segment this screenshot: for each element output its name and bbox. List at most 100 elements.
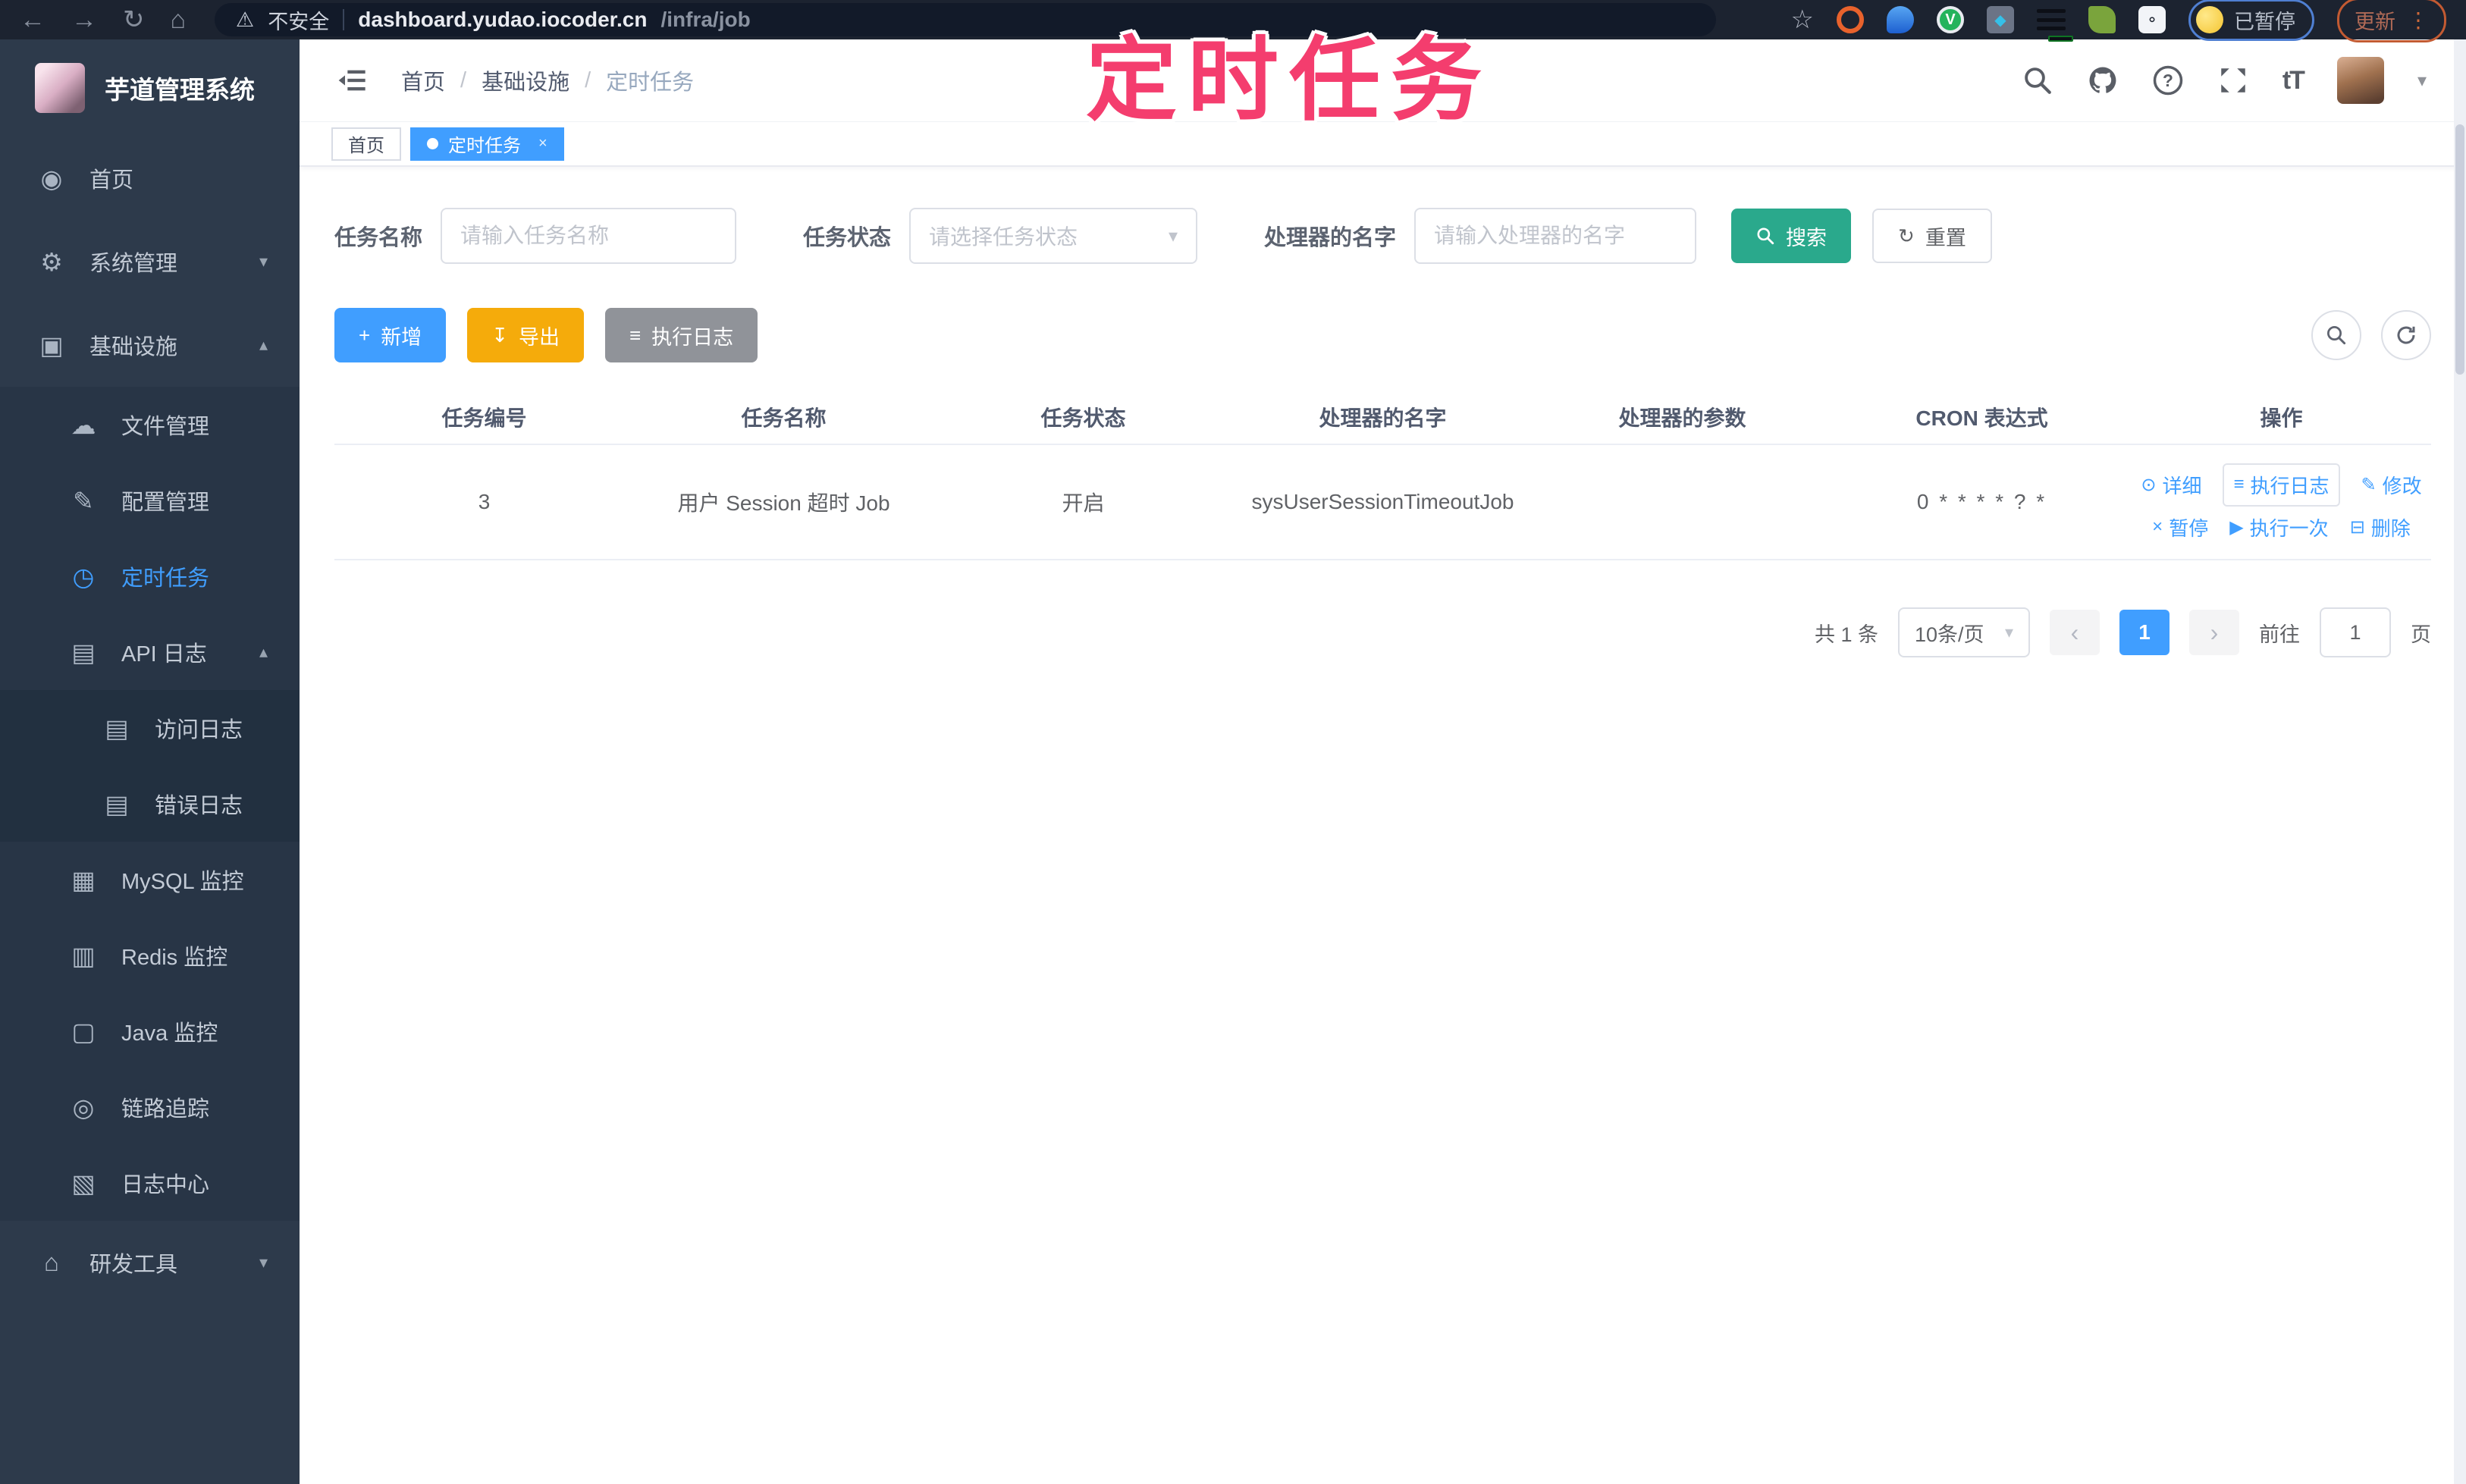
search-icon xyxy=(2325,324,2348,347)
prev-page-button[interactable]: ‹ xyxy=(2050,610,2100,655)
col-actions: 操作 xyxy=(2132,390,2431,444)
user-menu-caret-icon[interactable]: ▾ xyxy=(2417,70,2427,92)
fullscreen-icon[interactable] xyxy=(2217,64,2249,96)
extension-list-icon[interactable]: on xyxy=(2037,7,2066,33)
update-button[interactable]: 更新 ⋮ xyxy=(2337,0,2446,42)
collapse-menu-icon[interactable] xyxy=(336,65,369,96)
export-button[interactable]: ↧ 导出 xyxy=(467,308,584,362)
extension-v-icon[interactable]: V xyxy=(1937,6,1964,33)
cell-job-id: 3 xyxy=(334,444,634,560)
handler-name-input[interactable] xyxy=(1414,208,1696,264)
sidebar-item-api-log[interactable]: ▤ API 日志 ▴ xyxy=(0,614,300,690)
breadcrumb-home[interactable]: 首页 xyxy=(401,64,445,96)
eye-icon: ⊙ xyxy=(2141,474,2156,496)
job-name-input[interactable] xyxy=(441,208,736,264)
log-icon: ▤ xyxy=(99,789,135,819)
user-avatar[interactable] xyxy=(2337,57,2384,104)
sidebar-item-redis[interactable]: ▥ Redis 监控 xyxy=(0,918,300,993)
delete-link[interactable]: ⊟ 删除 xyxy=(2350,513,2411,541)
scrollbar-thumb[interactable] xyxy=(2455,124,2464,375)
sidebar-item-mysql[interactable]: ▦ MySQL 监控 xyxy=(0,842,300,918)
export-button-label: 导出 xyxy=(519,321,560,350)
breadcrumb-section[interactable]: 基础设施 xyxy=(482,64,569,96)
sidebar-item-files[interactable]: ☁ 文件管理 xyxy=(0,387,300,463)
pause-link-label: 暂停 xyxy=(2169,513,2208,541)
sidebar-item-system[interactable]: ⚙ 系统管理 ▾ xyxy=(0,220,300,303)
back-icon[interactable]: ← xyxy=(20,5,45,35)
sidebar-item-access-log[interactable]: ▤ 访问日志 xyxy=(0,690,300,766)
current-page-button[interactable]: 1 xyxy=(2119,610,2170,655)
tag-home[interactable]: 首页 xyxy=(331,127,401,161)
job-status-label: 任务状态 xyxy=(803,220,891,252)
add-button[interactable]: + 新增 xyxy=(334,308,446,362)
detail-link[interactable]: ⊙ 详细 xyxy=(2141,471,2201,499)
goto-label: 前往 xyxy=(2259,618,2300,648)
sidebar-submenu-infra: ☁ 文件管理 ✎ 配置管理 ◷ 定时任务 ▤ API 日志 ▴ ▤ 访问日志 ▤ xyxy=(0,387,300,1221)
tag-job-active[interactable]: 定时任务 × xyxy=(410,127,564,161)
add-button-label: 新增 xyxy=(381,321,422,350)
goto-page-input[interactable] xyxy=(2320,607,2391,657)
eye-icon: ◎ xyxy=(65,1093,102,1122)
reset-button[interactable]: ↻ 重置 xyxy=(1872,209,1992,263)
browser-menu-icon[interactable]: ⋮ xyxy=(2408,8,2429,33)
tag-close-icon[interactable]: × xyxy=(538,135,547,152)
app-title: 芋道管理系统 xyxy=(105,70,255,106)
sidebar-item-infra[interactable]: ▣ 基础设施 ▴ xyxy=(0,303,300,387)
extension-leaf-icon[interactable] xyxy=(2088,6,2116,33)
show-search-toggle-button[interactable] xyxy=(2311,310,2361,360)
log-icon: ▤ xyxy=(99,714,135,743)
extension-orange-icon[interactable] xyxy=(1837,6,1864,33)
col-job-name: 任务名称 xyxy=(634,390,933,444)
font-size-icon[interactable]: tT xyxy=(2282,66,2304,96)
github-icon[interactable] xyxy=(2087,64,2119,96)
edit-link[interactable]: ✎ 修改 xyxy=(2361,471,2422,499)
chevron-up-icon: ▴ xyxy=(259,335,268,355)
sidebar-item-job[interactable]: ◷ 定时任务 xyxy=(0,538,300,614)
page-unit-label: 页 xyxy=(2411,618,2431,648)
sidebar-item-devtools[interactable]: ⌂ 研发工具 ▾ xyxy=(0,1221,300,1304)
table-row: 3 用户 Session 超时 Job 开启 sysUserSessionTim… xyxy=(334,444,2431,560)
top-navbar: 首页 / 基础设施 / 定时任务 ? tT xyxy=(300,39,2466,121)
job-status-select[interactable]: 请选择任务状态 ▾ xyxy=(909,208,1197,264)
exec-log-button-label: 执行日志 xyxy=(651,321,733,350)
reset-button-label: 重置 xyxy=(1925,221,1966,251)
sidebar-item-label: 定时任务 xyxy=(121,560,209,592)
sidebar-item-java[interactable]: ▢ Java 监控 xyxy=(0,993,300,1069)
stack-icon: ▥ xyxy=(65,941,102,971)
col-handler-name: 处理器的名字 xyxy=(1233,390,1533,444)
sidebar-item-error-log[interactable]: ▤ 错误日志 xyxy=(0,766,300,842)
search-button[interactable]: 搜索 xyxy=(1731,209,1851,263)
refresh-button[interactable] xyxy=(2381,310,2431,360)
sidebar-item-trace[interactable]: ◎ 链路追踪 xyxy=(0,1069,300,1145)
exec-log-button[interactable]: ≡ 执行日志 xyxy=(605,308,758,362)
breadcrumb: 首页 / 基础设施 / 定时任务 xyxy=(401,64,694,96)
sidebar-item-label: Redis 监控 xyxy=(121,940,227,971)
bookmark-star-icon[interactable]: ☆ xyxy=(1791,5,1814,35)
profile-chip[interactable]: 已暂停 xyxy=(2188,0,2314,41)
next-page-button[interactable]: › xyxy=(2189,610,2239,655)
reload-icon[interactable]: ↻ xyxy=(123,5,145,35)
refresh-icon xyxy=(2395,324,2417,347)
cell-cron: 0 * * * * ? * xyxy=(1832,444,2132,560)
address-bar[interactable]: ⚠ 不安全 dashboard.yudao.iocoder.cn/infra/j… xyxy=(215,3,1716,36)
sidebar-item-label: 首页 xyxy=(89,162,133,194)
sidebar-item-home[interactable]: ◉ 首页 xyxy=(0,136,300,220)
extension-puzzle-icon[interactable]: ⚬ xyxy=(2138,6,2166,33)
extension-grid-icon[interactable]: ◆ xyxy=(1987,6,2014,33)
search-icon[interactable] xyxy=(2022,64,2053,96)
forward-icon[interactable]: → xyxy=(71,5,97,35)
pause-link[interactable]: × 暂停 xyxy=(2152,513,2208,541)
tags-view: 首页 定时任务 × xyxy=(300,121,2466,167)
home-icon[interactable]: ⌂ xyxy=(171,5,187,35)
browser-chrome: ← → ↻ ⌂ ⚠ 不安全 dashboard.yudao.iocoder.cn… xyxy=(0,0,2466,39)
help-icon[interactable]: ? xyxy=(2152,64,2184,96)
sidebar-item-log-center[interactable]: ▧ 日志中心 xyxy=(0,1145,300,1221)
extension-location-icon[interactable] xyxy=(1887,6,1914,33)
row-exec-log-link[interactable]: ≡ 执行日志 xyxy=(2223,463,2339,507)
run-once-link[interactable]: ▶ 执行一次 xyxy=(2229,513,2328,541)
svg-text:?: ? xyxy=(2163,71,2173,90)
sidebar-item-config[interactable]: ✎ 配置管理 xyxy=(0,463,300,538)
app-logo[interactable]: 芋道管理系统 xyxy=(0,39,300,136)
profile-chip-label: 已暂停 xyxy=(2234,5,2295,35)
page-size-select[interactable]: 10条/页 ▾ xyxy=(1898,607,2030,657)
